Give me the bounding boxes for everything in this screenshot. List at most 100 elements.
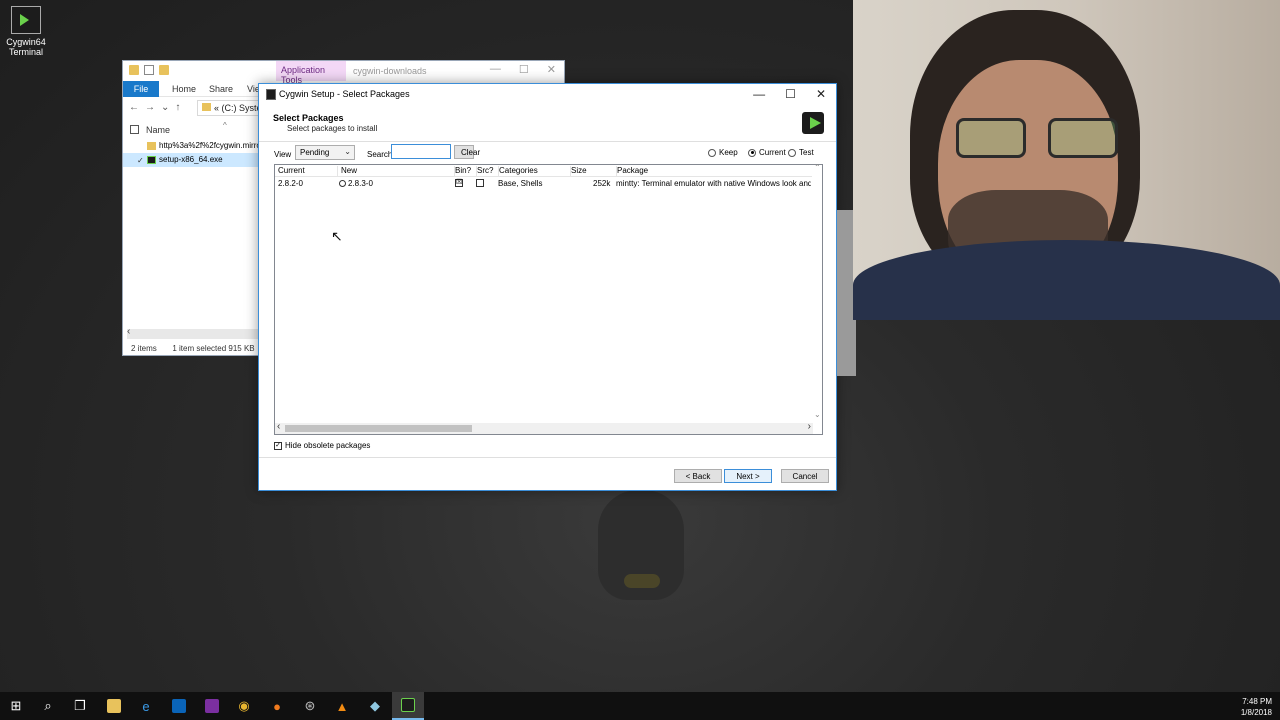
nav-buttons[interactable]: ←→⌄↑ <box>129 102 186 113</box>
close-icon[interactable]: ✕ <box>547 63 556 76</box>
close-icon[interactable]: ✕ <box>816 87 826 101</box>
address-text: « (C:) System <box>214 103 258 113</box>
column-src-header[interactable]: Src? <box>477 166 499 177</box>
search-input[interactable] <box>391 144 451 159</box>
list-item[interactable]: http%3a%2f%2fcygwin.mirror <box>123 139 259 153</box>
list-item[interactable]: ✓ setup-x86_64.exe <box>123 153 259 167</box>
minimize-icon[interactable]: — <box>490 63 501 76</box>
firefox-icon[interactable]: ● <box>261 692 293 720</box>
src-checkbox[interactable] <box>476 179 484 187</box>
start-button[interactable]: ⊞ <box>0 692 32 720</box>
new-folder-icon[interactable] <box>159 65 169 75</box>
cygwin-setup-dialog: Cygwin Setup - Select Packages — ☐ ✕ Sel… <box>258 83 837 491</box>
properties-icon[interactable] <box>144 65 154 75</box>
radio-current[interactable]: Current <box>748 148 786 157</box>
explorer-status-bar: 2 items 1 item selected 915 KB <box>131 344 255 353</box>
back-button[interactable]: < Back <box>674 469 722 483</box>
package-toolbar: View Pending ⌄ Search Clear Keep Current… <box>259 144 836 164</box>
app-icon[interactable]: ◆ <box>359 692 391 720</box>
dialog-titlebar: Cygwin Setup - Select Packages — ☐ ✕ <box>259 84 836 106</box>
column-current-header[interactable]: Current <box>278 166 338 177</box>
minimize-icon[interactable]: — <box>753 87 765 101</box>
cell-new[interactable]: 2.8.3-0 <box>339 179 373 188</box>
column-name-header[interactable]: Name <box>146 125 170 135</box>
explorer-titlebar: Application Tools cygwin-downloads — ☐ ✕ <box>123 61 564 85</box>
select-all-checkbox[interactable] <box>130 125 139 134</box>
status-item-count: 2 items <box>131 344 157 353</box>
search-icon[interactable]: ⌕ <box>32 692 64 720</box>
task-view-icon[interactable]: ❐ <box>64 692 96 720</box>
hide-obsolete-label: Hide obsolete packages <box>285 441 371 450</box>
cycle-icon <box>339 180 346 187</box>
cygwin-square <box>401 698 415 712</box>
webcam-glasses-right <box>1048 118 1118 158</box>
sort-up-icon: ^ <box>223 121 227 130</box>
cygwin-taskbar-icon[interactable] <box>392 692 424 720</box>
taskbar: ⊞ ⌕ ❐ e ◉ ● ⊛ ▲ ◆ 7:48 PM 1/8/2018 <box>0 692 1280 720</box>
list-item-name: http%3a%2f%2fcygwin.mirror <box>159 141 259 150</box>
scroll-right-icon[interactable]: › <box>808 421 811 432</box>
search-label: Search <box>367 150 393 159</box>
dialog-header: Select Packages Select packages to insta… <box>259 106 836 142</box>
webcam-overlay <box>853 0 1280 320</box>
scroll-thumb[interactable] <box>285 425 472 432</box>
onenote-square <box>205 699 219 713</box>
column-size-header[interactable]: Size <box>571 166 617 177</box>
chrome-icon[interactable]: ◉ <box>228 692 260 720</box>
hide-obsolete-checkbox[interactable]: ✓ Hide obsolete packages <box>274 441 370 450</box>
desktop-icon-cygwin-terminal[interactable]: Cygwin64 Terminal <box>4 6 48 57</box>
radio-test-label: Test <box>799 148 814 157</box>
ribbon-application-tools[interactable]: Application Tools <box>276 61 346 85</box>
status-selection: 1 item selected 915 KB <box>172 344 255 353</box>
address-bar[interactable]: « (C:) System <box>197 100 259 116</box>
folder-icon[interactable] <box>129 65 139 75</box>
webcam-glasses-left <box>956 118 1026 158</box>
radio-test[interactable]: Test <box>788 148 814 157</box>
cygwin-logo-icon <box>802 112 824 134</box>
view-label: View <box>274 150 292 159</box>
checkmark-icon[interactable]: ✓ <box>137 156 144 165</box>
vlc-icon[interactable]: ▲ <box>326 692 358 720</box>
scroll-left-icon[interactable]: ‹ <box>277 421 280 432</box>
outlook-icon[interactable] <box>163 692 195 720</box>
settings-wheel-icon[interactable]: ⊛ <box>294 692 326 720</box>
maximize-icon[interactable]: ☐ <box>785 87 796 101</box>
column-categories-header[interactable]: Categories <box>499 166 571 177</box>
system-clock[interactable]: 7:48 PM 1/8/2018 <box>1241 696 1272 718</box>
maximize-icon[interactable]: ☐ <box>519 63 529 76</box>
edge-icon[interactable]: e <box>130 692 162 720</box>
next-button[interactable]: Next > <box>724 469 772 483</box>
radio-keep[interactable]: Keep <box>708 148 738 157</box>
radio-dot <box>788 148 796 157</box>
clock-time: 7:48 PM <box>1242 697 1272 706</box>
page-subheading: Select packages to install <box>287 124 378 133</box>
chevron-down-icon: ⌄ <box>344 147 351 156</box>
clear-button[interactable]: Clear <box>454 145 480 159</box>
grid-vertical-scrollbar[interactable] <box>812 163 822 419</box>
radio-keep-label: Keep <box>719 148 738 157</box>
cygwin-setup-icon <box>147 156 156 164</box>
column-bin-header[interactable]: Bin? <box>455 166 477 177</box>
ribbon-tab-home[interactable]: Home <box>172 84 196 94</box>
file-explorer-taskbar-icon[interactable] <box>98 692 130 720</box>
radio-current-label: Current <box>759 148 786 157</box>
view-select[interactable]: Pending ⌄ <box>295 145 355 160</box>
column-package-header[interactable]: Package <box>617 166 811 177</box>
bin-checkbox[interactable]: ☒ <box>455 179 463 187</box>
column-new-header[interactable]: New <box>341 166 455 177</box>
dialog-window-buttons: — ☐ ✕ <box>753 87 826 101</box>
outlook-square <box>172 699 186 713</box>
onenote-icon[interactable] <box>196 692 228 720</box>
ribbon-tab-file[interactable]: File <box>123 81 159 97</box>
grid-horizontal-scrollbar[interactable]: ‹ › <box>275 421 813 434</box>
cancel-button[interactable]: Cancel <box>781 469 829 483</box>
page-heading: Select Packages <box>273 113 344 123</box>
wallpaper-mascot-feet <box>624 574 660 588</box>
table-row[interactable]: 2.8.2-0 2.8.3-0 ☒ Base, Shells 252k mint… <box>275 177 822 189</box>
dialog-title: Cygwin Setup - Select Packages <box>279 89 410 99</box>
desktop-icon-label: Cygwin64 Terminal <box>6 37 46 57</box>
explorer-title: cygwin-downloads <box>353 66 427 76</box>
ribbon-tab-share[interactable]: Share <box>209 84 233 94</box>
explorer-horizontal-scrollbar[interactable] <box>127 326 259 339</box>
mouse-cursor-icon: ↖ <box>331 228 343 244</box>
